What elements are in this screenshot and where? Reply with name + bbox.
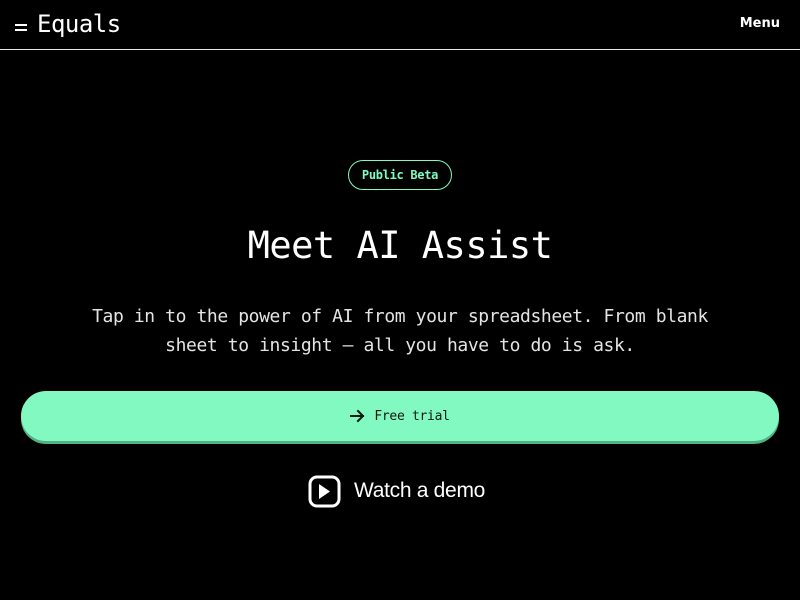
menu-button[interactable]: Menu [740,16,780,31]
logo-text: Equals [37,10,121,38]
free-trial-label: Free trial [374,408,450,424]
logo-link[interactable]: Equals [15,10,121,38]
site-header: Equals Menu [0,0,800,50]
watch-demo-label: Watch a demo [354,479,486,502]
hero-title: Meet AI Assist [247,224,553,267]
watch-demo-button[interactable]: Watch a demo [308,474,485,508]
page: Equals Menu Public Beta Meet AI Assist T… [0,0,800,600]
free-trial-button[interactable]: Free trial [21,391,779,441]
hero-subtitle: Tap in to the power of AI from your spre… [92,306,708,356]
public-beta-badge: Public Beta [348,160,452,190]
arrow-right-icon [350,409,365,423]
play-icon [308,475,341,507]
equals-icon [15,21,27,33]
